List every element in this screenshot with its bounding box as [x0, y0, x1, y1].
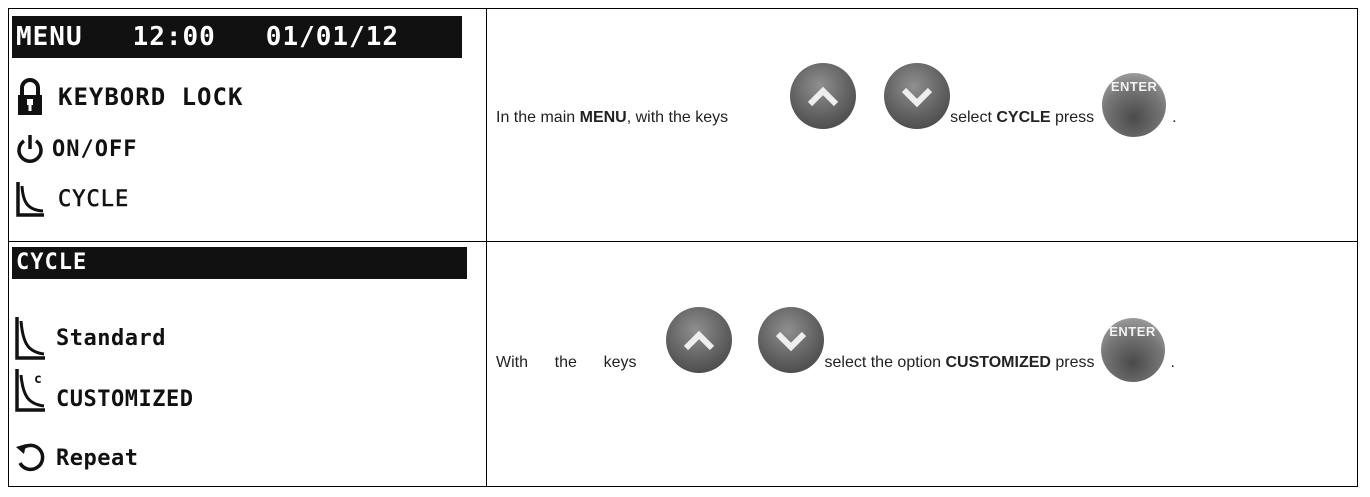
instruction-text: In the main: [496, 109, 580, 126]
down-key-icon: [758, 307, 825, 373]
standard-curve-icon: [12, 313, 48, 363]
lcd-header: MENU 12:00 01/01/12: [12, 16, 462, 58]
menu-item-on-off: ON/OFF: [12, 128, 137, 170]
instruction-text: select the option: [824, 354, 946, 371]
instruction-text: press: [1050, 109, 1095, 126]
row-divider: [9, 241, 1357, 242]
menu-keyword: MENU: [579, 109, 627, 126]
instruction-row-2: With the keys select the option CUSTOMIZ…: [496, 278, 1346, 448]
enter-key-icon: ENTER: [1102, 73, 1167, 137]
menu-item-label: KEYBORD LOCK: [58, 83, 244, 111]
lcd-header: CYCLE: [12, 247, 467, 279]
cycle-option-label: CUSTOMIZED: [56, 386, 194, 412]
instruction-period: .: [1170, 354, 1175, 371]
customized-keyword: CUSTOMIZED: [945, 354, 1051, 371]
enter-key-icon: ENTER: [1100, 318, 1165, 382]
lcd-menu-screen: MENU 12:00 01/01/12 KEYBORD LOCK ON/OFF: [12, 10, 467, 228]
instruction-text: , with the keys: [626, 109, 729, 126]
lock-icon: [12, 76, 48, 118]
instruction-text: select: [950, 109, 997, 126]
cycle-option-repeat: Repeat: [12, 437, 138, 479]
enter-key-label: ENTER: [1110, 79, 1158, 94]
cycle-option-customized: c CUSTOMIZED: [12, 365, 193, 415]
power-icon: [12, 128, 48, 170]
cycle-keyword: CYCLE: [996, 109, 1051, 126]
menu-item-label: ON/OFF: [52, 136, 138, 162]
instruction-text: press: [1050, 354, 1095, 371]
enter-key-label: ENTER: [1109, 324, 1156, 339]
menu-item-cycle: CYCLE: [12, 178, 129, 220]
instruction-row-1: In the main MENU, with the keys select C…: [496, 43, 1346, 193]
instruction-period: .: [1172, 109, 1177, 126]
up-key-icon: [790, 63, 857, 129]
column-divider: [486, 9, 487, 486]
customized-curve-icon: c: [12, 365, 48, 415]
repeat-icon: [12, 437, 48, 479]
up-key-icon: [666, 307, 733, 373]
cycle-option-standard: Standard: [12, 313, 166, 363]
menu-item-keyboard-lock: KEYBORD LOCK: [12, 76, 243, 118]
instruction-text: With the keys: [496, 354, 637, 371]
cycle-option-label: Repeat: [56, 445, 139, 471]
svg-text:c: c: [34, 372, 42, 387]
cycle-curve-icon: [12, 178, 48, 220]
down-key-icon: [884, 63, 951, 129]
menu-item-label: CYCLE: [58, 186, 130, 212]
cycle-option-label: Standard: [56, 325, 166, 351]
lcd-cycle-screen: CYCLE Standard c CUSTOMIZED Repeat: [12, 243, 467, 483]
